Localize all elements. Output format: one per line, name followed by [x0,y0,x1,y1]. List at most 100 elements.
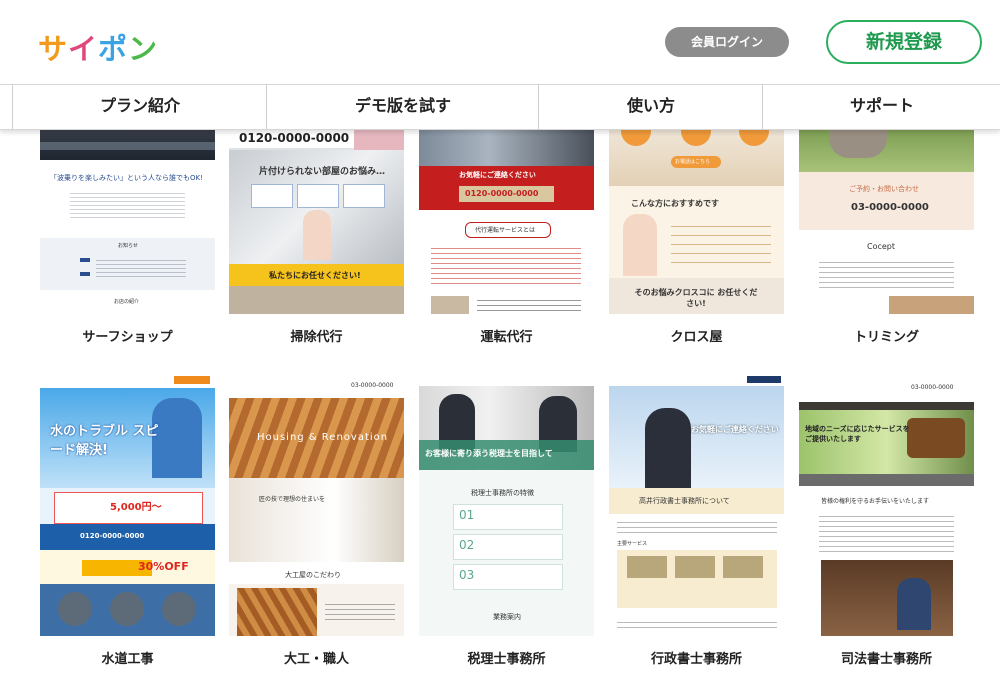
thumb-hero-text: Housing & Renovation [257,432,389,443]
thumb-service-icon [723,556,763,578]
template-thumbnail[interactable]: 0120-0000-0000 片付けられない部屋のお悩み… 私たちにお任せくださ… [229,128,404,314]
thumb-news-lines [96,257,186,279]
template-name[interactable]: 掃除代行 [229,326,404,345]
thumb-phone: 03-0000-0000 [911,384,954,391]
template-name[interactable]: クロス屋 [609,326,784,345]
template-thumbnail[interactable]: お客様に寄り添う税理士を目指して 税理士事務所の特徴 01 02 03 業務案内 [419,374,594,636]
template-thumbnail[interactable]: お気軽にご連絡ください 高井行政書士事務所について 主要サービス [609,374,784,636]
thumb-flower-photo [354,128,404,150]
nav-item-plans[interactable]: プラン紹介 [12,85,267,129]
thumb-section-title: Cocept [867,242,896,251]
thumb-hero-wave [40,142,215,150]
thumb-section-title: 業務案内 [493,613,521,621]
thumb-headline: 「波乗りを楽しみたい」という人なら誰でもOK! [50,174,203,182]
thumb-section-title: 代行運転サービスとは [475,227,536,234]
logo-char: イ [68,32,99,66]
thumb-circle-photo [58,592,92,626]
thumb-header-badge [747,376,781,383]
logo-char: ポ [98,32,129,66]
template-name[interactable]: サーフショップ [40,326,215,345]
thumb-section-title: 税理士事務所の特徴 [471,489,534,497]
thumb-feature-box [297,184,339,208]
nav-item-usage[interactable]: 使い方 [538,85,763,129]
thumb-phone: 03-0000-0000 [851,202,929,213]
thumb-headline: ご予約・お問い合わせ [849,185,919,193]
nav-item-support[interactable]: サポート [762,85,1000,129]
thumb-headline: 片付けられない部屋のお悩み… [259,167,386,177]
thumb-text-lines [431,244,581,284]
thumb-text-lines [70,190,185,220]
thumb-headline: 地域のニーズに応じたサービスを ご提供いたします [805,425,910,443]
thumb-text-lines [325,600,395,624]
template-thumbnail[interactable]: 水のトラブル スピード解決! 5,000円〜 0120-0000-0000 30… [40,374,215,636]
thumb-headline: 水のトラブル スピード解決! [50,424,159,458]
thumb-gavel-image [907,418,965,458]
thumb-hero-image [419,128,594,166]
thumb-header-bar [419,374,594,386]
thumb-headline: お客様に寄り添う税理士を目指して [425,449,553,458]
thumb-contact-bg [799,172,974,230]
thumb-nav-bar [799,402,974,410]
site-logo[interactable]: サイポン [38,26,158,68]
thumb-cta-text: お電話はこちら [675,159,711,165]
thumb-feature-num: 02 [459,538,475,552]
thumb-feature-box [251,184,293,208]
thumb-phone: 0120-0000-0000 [80,532,145,540]
thumb-text-lines [477,296,581,314]
thumb-person-photo [623,214,657,276]
register-button[interactable]: 新規登録 [826,20,982,64]
thumb-gray-band [799,474,974,486]
template-name[interactable]: 税理士事務所 [419,648,594,667]
thumb-service-icon [675,556,715,578]
thumb-price: 5,000円〜 [110,502,162,513]
site-header: サイポン 会員ログイン 新規登録 [0,0,1000,84]
template-thumbnail[interactable]: 03-0000-0000 Housing & Renovation 匠の技で理想… [229,374,404,636]
template-grid: 「波乗りを楽しみたい」という人なら誰でもOK! お知らせ お店の紹介 サーフショ… [0,128,1000,683]
template-name[interactable]: 水道工事 [40,648,215,667]
thumb-banner-text: そのお悩みクロスコに お任せください! [634,288,758,308]
thumb-bottom-image [229,286,404,314]
thumb-discount: 30%OFF [138,560,189,573]
template-name[interactable]: 運転代行 [419,326,594,345]
thumb-section-title: 大工屋のこだわり [285,571,341,579]
thumb-person-photo [303,210,331,260]
thumb-phone: 03-0000-0000 [351,382,394,389]
template-thumbnail[interactable]: お電話はこちら こんな方におすすめです そのお悩みクロスコに お任せください! [609,128,784,314]
thumb-text-lines [617,518,777,534]
thumb-text-lines [819,512,954,552]
thumb-wood-photo [237,588,317,636]
thumb-section-title: お店の紹介 [114,299,140,305]
thumb-news-tag [80,272,90,276]
thumb-office-photo [821,560,953,636]
thumb-service-icon [627,556,667,578]
thumb-section-title: 高井行政書士事務所について [639,497,730,505]
thumb-circle-photo [110,592,144,626]
logo-char: ン [128,32,159,66]
template-thumbnail[interactable]: ご予約・お問い合わせ 03-0000-0000 Cocept [799,128,974,314]
template-thumbnail[interactable]: お気軽にご連絡ください 0120-0000-0000 代行運転サービスとは [419,128,594,314]
thumb-section-title: 皆様の権利を守るお手伝いをいたします [821,498,930,505]
main-nav: プラン紹介 デモ版を試す 使い方 サポート [0,84,1000,130]
template-thumbnail[interactable]: 「波乗りを楽しみたい」という人なら誰でもOK! お知らせ お店の紹介 [40,128,215,314]
thumb-text-lines [617,618,777,632]
thumb-banner-text: 私たちにお任せください! [269,271,361,280]
thumb-hero-image [609,386,784,488]
thumb-feature-box [343,184,385,208]
template-thumbnail[interactable]: 03-0000-0000 地域のニーズに応じたサービスを ご提供いたします 皆様… [799,374,974,636]
logo-char: サ [38,32,69,66]
thumb-section-title: お知らせ [118,243,138,249]
thumb-news-tag [80,258,90,262]
thumb-feature-num: 01 [459,508,475,522]
thumb-circle-photo [162,592,196,626]
login-button[interactable]: 会員ログイン [665,27,789,57]
template-name[interactable]: 行政書士事務所 [609,648,784,667]
thumb-text-lines [819,258,954,288]
thumb-headline: お気軽にご連絡ください [691,425,779,434]
thumb-check-list [671,218,771,268]
nav-item-demo[interactable]: デモ版を試す [266,85,539,129]
thumb-headline: 匠の技で理想の住まいを [259,496,326,503]
template-name[interactable]: トリミング [799,326,974,345]
template-name[interactable]: 大工・職人 [229,648,404,667]
thumb-dog-photo [829,128,887,158]
template-name[interactable]: 司法書士事務所 [799,648,974,667]
